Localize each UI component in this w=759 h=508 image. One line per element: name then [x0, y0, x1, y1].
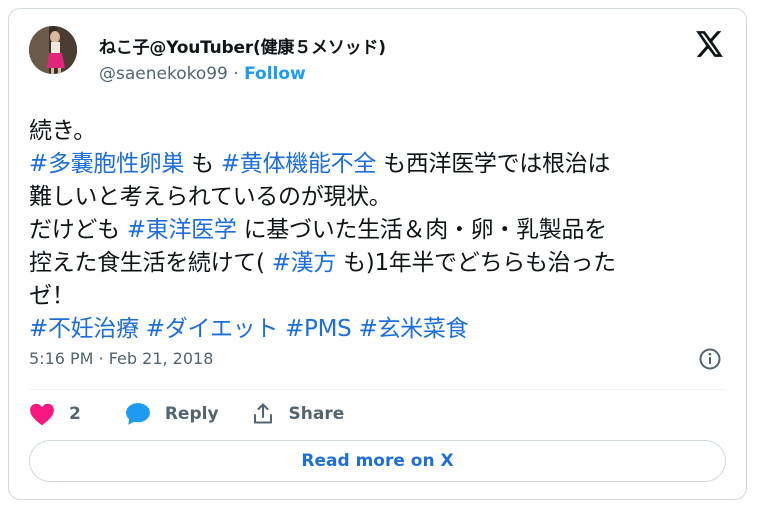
tweet-text-line: 続き。: [29, 115, 729, 148]
info-icon[interactable]: [698, 347, 722, 371]
x-logo-icon[interactable]: [696, 31, 724, 57]
author-handle-row: @saenekoko99 · Follow: [99, 64, 306, 84]
tweet-text-line: ゼ！: [29, 280, 729, 313]
read-more-button[interactable]: Read more on X: [29, 440, 726, 482]
tweet-text-line: 控えた食生活を続けて( #漢方 も)1年半でどちらも治った: [29, 247, 729, 280]
like-button[interactable]: 2: [29, 402, 81, 426]
hashtag-link[interactable]: #東洋医学: [127, 217, 237, 243]
author-handle[interactable]: @saenekoko99: [99, 64, 228, 84]
tweet-text-line: 難しいと考えられているのが現状。: [29, 181, 729, 214]
hashtag-link[interactable]: #PMS: [285, 316, 352, 342]
tweet-text-line: #不妊治療 #ダイエット #PMS #玄米菜食: [29, 313, 729, 346]
hashtag-link[interactable]: #不妊治療: [29, 316, 139, 342]
hashtag-link[interactable]: #漢方: [272, 250, 337, 276]
reply-label: Reply: [164, 404, 219, 424]
tweet-text-segment: も西洋医学では根治は: [376, 151, 611, 177]
tweet-timestamp[interactable]: 5:16 PM · Feb 21, 2018: [29, 349, 213, 368]
avatar[interactable]: [29, 26, 77, 74]
follow-link[interactable]: Follow: [244, 64, 306, 84]
action-bar: 2 Reply Share: [29, 399, 344, 429]
tweet-text-segment: も)1年半でどちらも治った: [336, 250, 616, 276]
hashtag-link[interactable]: #ダイエット: [146, 316, 279, 342]
tweet-embed-card: ねこ子@YouTuber(健康５メソッド) @saenekoko99 · Fol…: [8, 8, 747, 500]
share-label: Share: [288, 404, 345, 424]
handle-separator: ·: [227, 64, 245, 84]
hashtag-link[interactable]: #玄米菜食: [358, 316, 468, 342]
tweet-text: 続き。 #多嚢胞性卵巣 も #黄体機能不全 も西洋医学では根治は難しいと考えられて…: [29, 115, 729, 346]
author-display-name[interactable]: ねこ子@YouTuber(健康５メソッド): [99, 33, 386, 58]
tweet-text-segment: ゼ！: [29, 283, 75, 309]
tweet-text-segment: [139, 316, 146, 342]
tweet-text-segment: 難しいと考えられているのが現状。: [29, 184, 392, 210]
hashtag-link[interactable]: #黄体機能不全: [221, 151, 376, 177]
like-count: 2: [69, 404, 81, 424]
tweet-text-line: #多嚢胞性卵巣 も #黄体機能不全 も西洋医学では根治は: [29, 148, 729, 181]
tweet-text-segment: も: [184, 151, 221, 177]
share-icon: [251, 402, 275, 426]
tweet-text-segment: [278, 316, 285, 342]
reply-button[interactable]: Reply: [125, 402, 219, 426]
heart-icon: [29, 402, 55, 426]
divider: [29, 389, 726, 390]
tweet-text-segment: に基づいた生活＆肉・卵・乳製品を: [236, 217, 608, 243]
tweet-text-segment: 続き。: [29, 118, 96, 144]
tweet-text-line: だけども #東洋医学 に基づいた生活＆肉・卵・乳製品を: [29, 214, 729, 247]
reply-bubble-icon: [125, 402, 151, 426]
tweet-text-segment: 控えた食生活を続けて(: [29, 250, 272, 276]
hashtag-link[interactable]: #多嚢胞性卵巣: [29, 151, 184, 177]
tweet-text-segment: だけども: [29, 217, 127, 243]
share-button[interactable]: Share: [251, 402, 345, 426]
